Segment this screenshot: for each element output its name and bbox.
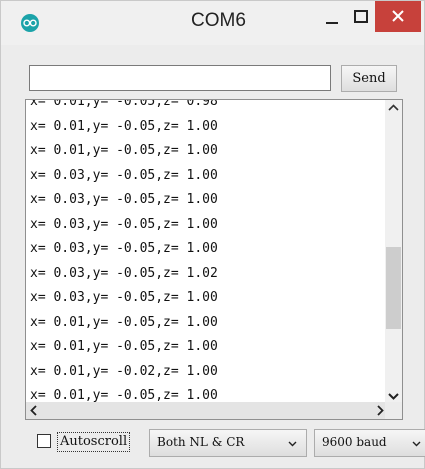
autoscroll-checkbox[interactable] <box>37 434 51 448</box>
scrollbar-corner <box>385 402 402 419</box>
output-line: x= 0.03,y= -0.05,z= 1.00 <box>30 290 218 305</box>
baud-rate-value: 9600 baud <box>322 435 387 449</box>
horizontal-scrollbar[interactable] <box>26 402 387 419</box>
serial-output[interactable]: x= 0.01,y= -0.05,z= 0.98 x= 0.01,y= -0.0… <box>25 99 403 420</box>
vertical-scroll-thumb[interactable] <box>386 247 401 329</box>
chevron-down-icon <box>412 441 421 447</box>
arduino-icon <box>21 14 39 32</box>
window-title: COM6 <box>191 10 246 31</box>
output-line: x= 0.01,y= -0.05,z= 1.00 <box>30 143 218 158</box>
minimize-button[interactable] <box>319 5 345 29</box>
output-line: x= 0.01,y= -0.05,z= 0.98 <box>30 99 218 109</box>
close-icon <box>392 10 404 22</box>
baud-rate-select[interactable]: 9600 baud <box>314 429 425 457</box>
send-input[interactable] <box>29 65 331 91</box>
title-bar[interactable]: COM6 <box>1 1 424 45</box>
output-line: x= 0.03,y= -0.05,z= 1.02 <box>30 265 218 281</box>
output-lines: x= 0.01,y= -0.05,z= 0.98 x= 0.01,y= -0.0… <box>30 99 400 409</box>
send-button[interactable]: Send <box>341 65 397 92</box>
output-line: x= 0.01,y= -0.05,z= 1.00 <box>30 314 218 330</box>
output-line: x= 0.01,y= -0.05,z= 1.00 <box>30 339 218 354</box>
serial-monitor-window: COM6 Send x= 0.01,y= -0.05,z= 0.98 x= 0.… <box>0 0 425 469</box>
vertical-scrollbar[interactable] <box>385 100 402 404</box>
output-line: x= 0.03,y= -0.05,z= 1.00 <box>30 241 218 256</box>
autoscroll-label[interactable]: Autoscroll <box>57 432 131 452</box>
close-button[interactable] <box>375 1 421 32</box>
output-line: x= 0.03,y= -0.05,z= 1.00 <box>30 192 218 207</box>
output-line: x= 0.01,y= -0.02,z= 1.00 <box>30 363 218 379</box>
scroll-right-icon[interactable] <box>377 405 384 416</box>
scroll-down-icon[interactable] <box>388 393 399 400</box>
scroll-left-icon[interactable] <box>30 405 37 416</box>
output-line: x= 0.03,y= -0.05,z= 1.00 <box>30 167 218 183</box>
scroll-up-icon[interactable] <box>388 104 399 111</box>
line-ending-value: Both NL & CR <box>157 435 245 449</box>
maximize-button[interactable] <box>347 5 373 29</box>
output-line: x= 0.01,y= -0.05,z= 1.00 <box>30 118 218 134</box>
output-line: x= 0.03,y= -0.05,z= 1.00 <box>30 216 218 232</box>
line-ending-select[interactable]: Both NL & CR <box>149 429 307 457</box>
chevron-down-icon <box>288 441 297 447</box>
